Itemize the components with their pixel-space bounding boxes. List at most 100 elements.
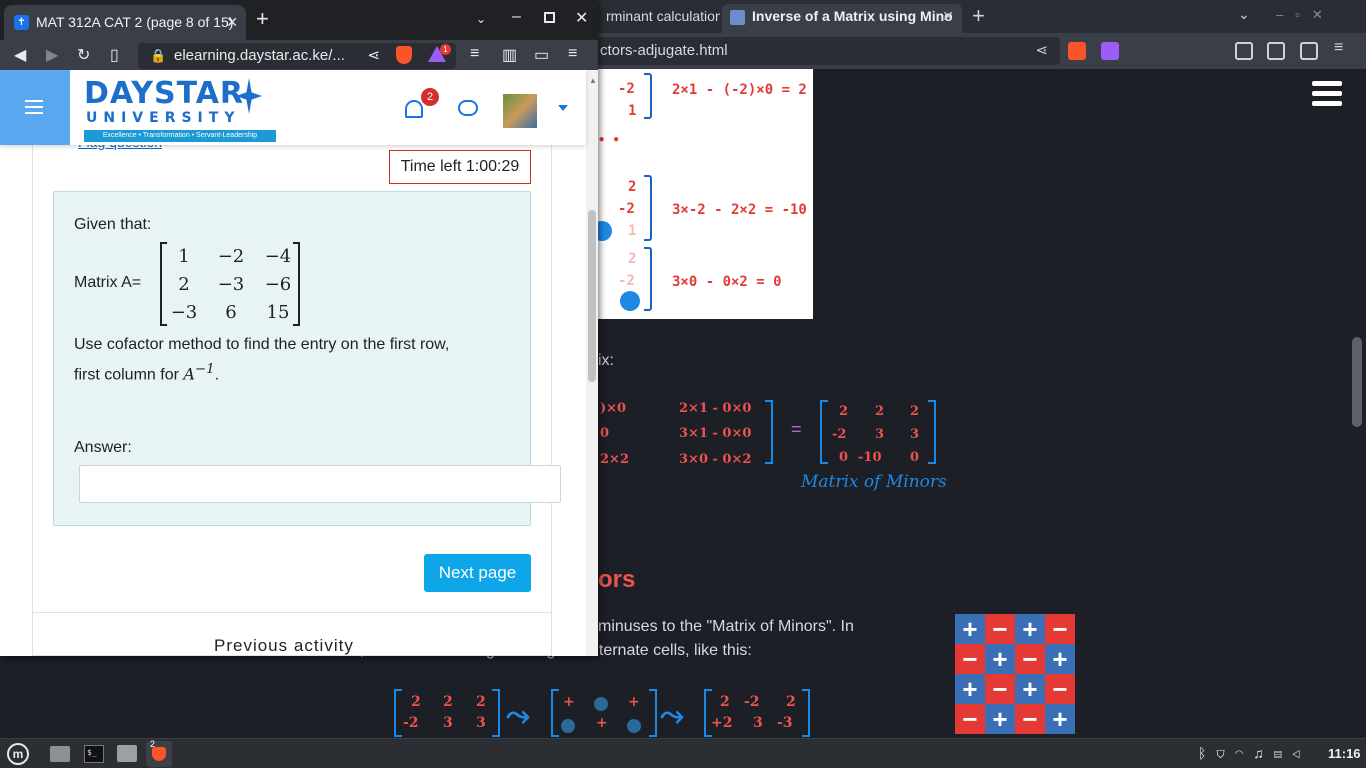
det-line: 3×0 - 0×2 = 0	[672, 274, 782, 290]
playlist-icon[interactable]	[1235, 42, 1253, 60]
system-tray[interactable]: ᛒ⛉◠♫▤◁	[1198, 745, 1311, 761]
next-page-button[interactable]: Next page	[424, 554, 531, 592]
equals-sign: =	[791, 419, 802, 439]
tab-quiz[interactable]: ✝ MAT 312A CAT 2 (page 8 of 15) ✕	[4, 5, 246, 40]
taskbar: m $_ 2 ᛒ⛉◠♫▤◁ 11:16	[0, 738, 1366, 768]
menu-icon[interactable]: ≡	[1334, 39, 1352, 57]
music-icon[interactable]: ♫	[1253, 745, 1274, 761]
sign-cell: −	[1045, 614, 1075, 644]
share-icon[interactable]: ⋖	[1035, 37, 1048, 65]
caret-down-icon[interactable]	[558, 105, 568, 111]
sign-dot	[627, 719, 641, 733]
bell-icon[interactable]	[405, 100, 423, 118]
text-fragment: ix:	[598, 352, 614, 369]
volume-icon[interactable]: ◁	[1292, 745, 1310, 761]
ellipsis-dots: • •	[598, 133, 620, 147]
clipboard-icon[interactable]: ▤	[1274, 745, 1292, 761]
matrix-cell: 15	[266, 302, 290, 323]
det-line: 3×-2 - 2×2 = -10	[672, 202, 807, 218]
matrix-cell: 2	[720, 694, 730, 710]
matrix-bracket	[765, 400, 773, 464]
menu-icon[interactable]: ≡	[568, 45, 577, 63]
question-box: Given that: Matrix A= 1 −2 −4 2 −3 −6 −3…	[53, 191, 561, 526]
brave-rewards-icon[interactable]	[1101, 42, 1119, 60]
new-tab-button[interactable]: +	[256, 6, 269, 32]
matrix-cell: 1	[178, 246, 190, 267]
maximize-button[interactable]	[544, 12, 555, 23]
matrix-cell: 2	[786, 694, 796, 710]
new-tab-button[interactable]: +	[972, 3, 985, 29]
matrix-bracket	[928, 400, 936, 464]
wallet-icon[interactable]	[1300, 42, 1318, 60]
terminal-icon[interactable]: $_	[84, 745, 104, 763]
forward-arrow-icon[interactable]: ▶	[46, 45, 58, 65]
det-value: -2	[618, 273, 635, 289]
reload-icon[interactable]: ↻	[77, 45, 90, 65]
tab-determinant-calculation[interactable]: rminant calculation	[598, 4, 720, 33]
tab-close-icon[interactable]: ✕	[226, 5, 238, 39]
wallet-icon[interactable]: ▭	[534, 45, 549, 65]
scroll-up-icon[interactable]: ▲	[589, 76, 597, 85]
daystar-logo[interactable]: DAYSTAR UNIVERSITY Excellence • Transfor…	[84, 76, 276, 144]
window-controls[interactable]: –▫✕	[1276, 7, 1335, 23]
matrix-cell: −3	[170, 302, 198, 323]
bluetooth-icon[interactable]: ᛒ	[1198, 745, 1216, 761]
brave-shield-icon[interactable]	[1068, 42, 1086, 60]
close-window-button[interactable]: ✕	[575, 8, 588, 28]
share-icon[interactable]: ⋖	[367, 43, 380, 69]
page-scrollbar[interactable]	[1352, 69, 1362, 738]
math-symbol: A	[183, 364, 195, 384]
file-manager-icon[interactable]	[117, 745, 137, 762]
sign-cell: +	[955, 614, 985, 644]
message-icon[interactable]	[458, 100, 478, 116]
minor-calc: 3×1 - 0×0	[679, 426, 752, 441]
clock[interactable]: 11:16	[1328, 746, 1361, 761]
matrix-cell: −4	[264, 246, 292, 267]
matrix-cell: -3	[777, 715, 793, 731]
site-menu-icon[interactable]	[1306, 73, 1348, 113]
start-menu-icon[interactable]: m	[7, 743, 29, 765]
minor-result: 0	[839, 450, 849, 465]
minor-result: 2	[910, 404, 920, 419]
sign-cell: −	[985, 674, 1015, 704]
answer-input[interactable]	[79, 465, 561, 503]
playlist-icon[interactable]: ≡	[470, 45, 479, 63]
sign-cell: +	[985, 644, 1015, 674]
minor-result: 2	[875, 404, 885, 419]
matrix-of-minors-caption: Matrix of Minors	[801, 472, 947, 492]
scrollbar-thumb[interactable]	[1352, 337, 1362, 427]
question-text: Use cofactor method to find the entry on…	[74, 332, 514, 387]
matrix-cell: 3	[476, 715, 486, 731]
sidebar-icon[interactable]: ▥	[502, 45, 517, 65]
matrix-cell: +2	[711, 715, 733, 731]
matrix-cell: +	[628, 694, 640, 710]
sign-cell: +	[1045, 704, 1075, 734]
avatar[interactable]	[503, 94, 537, 128]
wifi-icon[interactable]: ◠	[1235, 745, 1253, 761]
arrow-icon: ⤳	[506, 699, 530, 732]
background-address-bar[interactable]: ctors-adjugate.html ⋖	[590, 37, 1060, 65]
divider	[33, 612, 551, 613]
shield-icon[interactable]: ⛉	[1216, 745, 1234, 761]
back-arrow-icon[interactable]: ◀	[14, 45, 26, 65]
bookmark-icon[interactable]: ▯	[110, 45, 119, 65]
rewards-badge: 1	[440, 44, 451, 55]
page-scrollbar[interactable]: ▲	[586, 70, 598, 656]
matrix-cell: 2	[476, 694, 486, 710]
minor-result: 2	[839, 404, 849, 419]
matrix-bracket	[492, 689, 500, 737]
sidebar-icon[interactable]	[1267, 42, 1285, 60]
tab-close-icon[interactable]: ✕	[942, 4, 954, 29]
tab-inverse-of-matrix[interactable]: Inverse of a Matrix using Mino ✕	[722, 4, 962, 33]
brave-shield-icon[interactable]	[396, 46, 412, 64]
show-desktop-icon[interactable]	[50, 746, 70, 762]
previous-activity-link[interactable]: Previous activity	[214, 636, 354, 656]
math-exponent: −1	[194, 362, 215, 377]
nav-drawer-button[interactable]	[0, 70, 70, 145]
det-value: 1	[628, 103, 637, 119]
chevron-down-icon[interactable]: ⌄	[476, 12, 486, 26]
minimize-button[interactable]: –	[512, 8, 521, 26]
chevron-down-icon[interactable]: ⌄	[1238, 6, 1250, 23]
scrollbar-thumb[interactable]	[588, 210, 596, 382]
sign-cell: −	[955, 644, 985, 674]
